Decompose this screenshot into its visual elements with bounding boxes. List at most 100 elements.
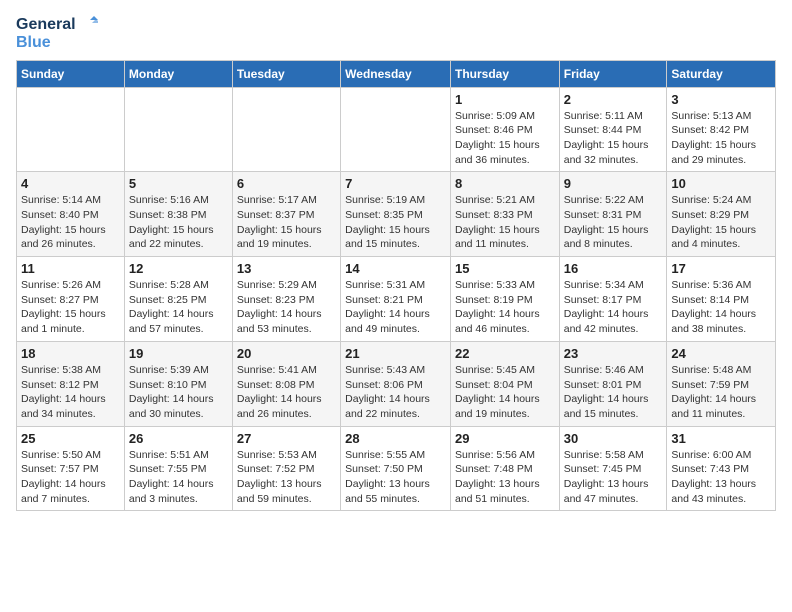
day-info: Sunrise: 5:51 AM Sunset: 7:55 PM Dayligh… bbox=[129, 448, 228, 507]
day-number: 3 bbox=[671, 92, 771, 107]
calendar-cell: 14Sunrise: 5:31 AM Sunset: 8:21 PM Dayli… bbox=[341, 257, 451, 342]
day-number: 31 bbox=[671, 431, 771, 446]
day-number: 17 bbox=[671, 261, 771, 276]
logo: General Blue bbox=[16, 16, 98, 52]
day-info: Sunrise: 5:50 AM Sunset: 7:57 PM Dayligh… bbox=[21, 448, 120, 507]
day-number: 30 bbox=[564, 431, 663, 446]
weekday-header-monday: Monday bbox=[124, 60, 232, 87]
day-info: Sunrise: 5:16 AM Sunset: 8:38 PM Dayligh… bbox=[129, 193, 228, 252]
page-header: General Blue bbox=[16, 16, 776, 52]
calendar-cell: 6 Sunrise: 5:17 AM Sunset: 8:37 PM Daylig… bbox=[232, 172, 340, 257]
day-number: 18 bbox=[21, 346, 120, 361]
day-number: 20 bbox=[237, 346, 336, 361]
day-number: 14 bbox=[345, 261, 446, 276]
weekday-header-friday: Friday bbox=[559, 60, 667, 87]
day-info: Sunrise: 5:53 AM Sunset: 7:52 PM Dayligh… bbox=[237, 448, 336, 507]
calendar-cell: 5 Sunrise: 5:16 AM Sunset: 8:38 PM Daylig… bbox=[124, 172, 232, 257]
calendar-cell: 26 Sunrise: 5:51 AM Sunset: 7:55 PM Dayli… bbox=[124, 426, 232, 511]
calendar-cell: 9 Sunrise: 5:22 AM Sunset: 8:31 PM Daylig… bbox=[559, 172, 667, 257]
weekday-header-thursday: Thursday bbox=[450, 60, 559, 87]
day-number: 28 bbox=[345, 431, 446, 446]
calendar-table: SundayMondayTuesdayWednesdayThursdayFrid… bbox=[16, 60, 776, 512]
calendar-cell: 23 Sunrise: 5:46 AM Sunset: 8:01 PM Dayli… bbox=[559, 341, 667, 426]
day-number: 12 bbox=[129, 261, 228, 276]
calendar-header-row: SundayMondayTuesdayWednesdayThursdayFrid… bbox=[17, 60, 776, 87]
day-number: 10 bbox=[671, 176, 771, 191]
day-info: Sunrise: 5:48 AM Sunset: 7:59 PM Dayligh… bbox=[671, 363, 771, 422]
calendar-cell: 30Sunrise: 5:58 AM Sunset: 7:45 PM Dayli… bbox=[559, 426, 667, 511]
day-info: Sunrise: 5:56 AM Sunset: 7:48 PM Dayligh… bbox=[455, 448, 555, 507]
logo-bird-icon bbox=[80, 16, 98, 34]
calendar-cell: 22Sunrise: 5:45 AM Sunset: 8:04 PM Dayli… bbox=[450, 341, 559, 426]
day-info: Sunrise: 5:55 AM Sunset: 7:50 PM Dayligh… bbox=[345, 448, 446, 507]
calendar-cell: 20 Sunrise: 5:41 AM Sunset: 8:08 PM Dayli… bbox=[232, 341, 340, 426]
calendar-cell: 21Sunrise: 5:43 AM Sunset: 8:06 PM Dayli… bbox=[341, 341, 451, 426]
calendar-cell bbox=[341, 87, 451, 172]
day-number: 7 bbox=[345, 176, 446, 191]
day-info: Sunrise: 5:24 AM Sunset: 8:29 PM Dayligh… bbox=[671, 193, 771, 252]
calendar-cell: 7 Sunrise: 5:19 AM Sunset: 8:35 PM Daylig… bbox=[341, 172, 451, 257]
logo-text: General Blue bbox=[16, 16, 98, 52]
day-info: Sunrise: 5:33 AM Sunset: 8:19 PM Dayligh… bbox=[455, 278, 555, 337]
calendar-cell: 24Sunrise: 5:48 AM Sunset: 7:59 PM Dayli… bbox=[667, 341, 776, 426]
day-info: Sunrise: 5:11 AM Sunset: 8:44 PM Dayligh… bbox=[564, 109, 663, 168]
calendar-cell: 13 Sunrise: 5:29 AM Sunset: 8:23 PM Dayli… bbox=[232, 257, 340, 342]
day-info: Sunrise: 5:46 AM Sunset: 8:01 PM Dayligh… bbox=[564, 363, 663, 422]
day-number: 29 bbox=[455, 431, 555, 446]
day-number: 15 bbox=[455, 261, 555, 276]
calendar-week-2: 4Sunrise: 5:14 AM Sunset: 8:40 PM Daylig… bbox=[17, 172, 776, 257]
calendar-cell: 1 Sunrise: 5:09 AM Sunset: 8:46 PM Daylig… bbox=[450, 87, 559, 172]
day-info: Sunrise: 5:19 AM Sunset: 8:35 PM Dayligh… bbox=[345, 193, 446, 252]
calendar-cell: 18Sunrise: 5:38 AM Sunset: 8:12 PM Dayli… bbox=[17, 341, 125, 426]
day-number: 11 bbox=[21, 261, 120, 276]
calendar-cell: 4Sunrise: 5:14 AM Sunset: 8:40 PM Daylig… bbox=[17, 172, 125, 257]
calendar-cell: 2 Sunrise: 5:11 AM Sunset: 8:44 PM Daylig… bbox=[559, 87, 667, 172]
day-number: 9 bbox=[564, 176, 663, 191]
day-info: Sunrise: 5:39 AM Sunset: 8:10 PM Dayligh… bbox=[129, 363, 228, 422]
calendar-week-4: 18Sunrise: 5:38 AM Sunset: 8:12 PM Dayli… bbox=[17, 341, 776, 426]
day-info: Sunrise: 5:36 AM Sunset: 8:14 PM Dayligh… bbox=[671, 278, 771, 337]
day-info: Sunrise: 5:26 AM Sunset: 8:27 PM Dayligh… bbox=[21, 278, 120, 337]
day-info: Sunrise: 5:09 AM Sunset: 8:46 PM Dayligh… bbox=[455, 109, 555, 168]
weekday-header-sunday: Sunday bbox=[17, 60, 125, 87]
day-number: 5 bbox=[129, 176, 228, 191]
weekday-header-saturday: Saturday bbox=[667, 60, 776, 87]
day-info: Sunrise: 5:28 AM Sunset: 8:25 PM Dayligh… bbox=[129, 278, 228, 337]
day-number: 23 bbox=[564, 346, 663, 361]
calendar-cell bbox=[124, 87, 232, 172]
day-number: 27 bbox=[237, 431, 336, 446]
day-number: 13 bbox=[237, 261, 336, 276]
day-info: Sunrise: 6:00 AM Sunset: 7:43 PM Dayligh… bbox=[671, 448, 771, 507]
calendar-cell: 3Sunrise: 5:13 AM Sunset: 8:42 PM Daylig… bbox=[667, 87, 776, 172]
calendar-cell: 28 Sunrise: 5:55 AM Sunset: 7:50 PM Dayli… bbox=[341, 426, 451, 511]
calendar-cell bbox=[232, 87, 340, 172]
calendar-body: 1 Sunrise: 5:09 AM Sunset: 8:46 PM Daylig… bbox=[17, 87, 776, 511]
day-number: 22 bbox=[455, 346, 555, 361]
calendar-cell: 25 Sunrise: 5:50 AM Sunset: 7:57 PM Dayli… bbox=[17, 426, 125, 511]
day-number: 2 bbox=[564, 92, 663, 107]
day-number: 8 bbox=[455, 176, 555, 191]
day-number: 1 bbox=[455, 92, 555, 107]
day-info: Sunrise: 5:43 AM Sunset: 8:06 PM Dayligh… bbox=[345, 363, 446, 422]
calendar-cell: 17 Sunrise: 5:36 AM Sunset: 8:14 PM Dayli… bbox=[667, 257, 776, 342]
calendar-cell: 16 Sunrise: 5:34 AM Sunset: 8:17 PM Dayli… bbox=[559, 257, 667, 342]
day-info: Sunrise: 5:22 AM Sunset: 8:31 PM Dayligh… bbox=[564, 193, 663, 252]
calendar-cell: 15 Sunrise: 5:33 AM Sunset: 8:19 PM Dayli… bbox=[450, 257, 559, 342]
calendar-cell: 11 Sunrise: 5:26 AM Sunset: 8:27 PM Dayli… bbox=[17, 257, 125, 342]
day-number: 25 bbox=[21, 431, 120, 446]
day-number: 6 bbox=[237, 176, 336, 191]
day-info: Sunrise: 5:17 AM Sunset: 8:37 PM Dayligh… bbox=[237, 193, 336, 252]
calendar-week-1: 1 Sunrise: 5:09 AM Sunset: 8:46 PM Daylig… bbox=[17, 87, 776, 172]
day-number: 19 bbox=[129, 346, 228, 361]
day-info: Sunrise: 5:41 AM Sunset: 8:08 PM Dayligh… bbox=[237, 363, 336, 422]
day-info: Sunrise: 5:21 AM Sunset: 8:33 PM Dayligh… bbox=[455, 193, 555, 252]
day-info: Sunrise: 5:29 AM Sunset: 8:23 PM Dayligh… bbox=[237, 278, 336, 337]
calendar-cell: 31 Sunrise: 6:00 AM Sunset: 7:43 PM Dayli… bbox=[667, 426, 776, 511]
calendar-cell: 29 Sunrise: 5:56 AM Sunset: 7:48 PM Dayli… bbox=[450, 426, 559, 511]
day-info: Sunrise: 5:14 AM Sunset: 8:40 PM Dayligh… bbox=[21, 193, 120, 252]
day-info: Sunrise: 5:34 AM Sunset: 8:17 PM Dayligh… bbox=[564, 278, 663, 337]
calendar-cell: 19 Sunrise: 5:39 AM Sunset: 8:10 PM Dayli… bbox=[124, 341, 232, 426]
calendar-cell: 8 Sunrise: 5:21 AM Sunset: 8:33 PM Daylig… bbox=[450, 172, 559, 257]
day-number: 16 bbox=[564, 261, 663, 276]
day-number: 26 bbox=[129, 431, 228, 446]
